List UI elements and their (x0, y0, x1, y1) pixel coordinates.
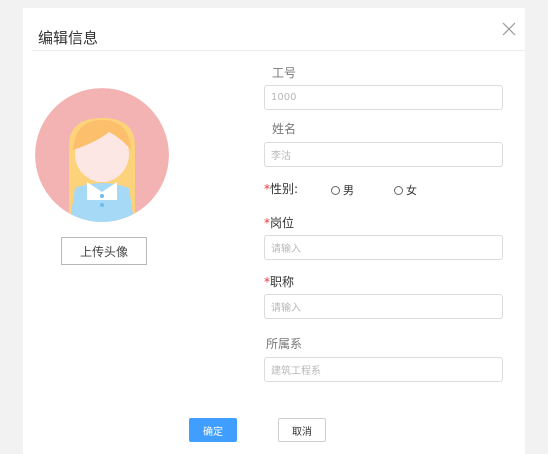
radio-circle[interactable] (331, 185, 340, 195)
employee-id-label: 工号 (272, 66, 297, 80)
position-label: *岗位 (264, 214, 294, 231)
cancel-button[interactable]: 取消 (278, 418, 326, 442)
title-label: *职称 (264, 273, 294, 290)
name-input[interactable]: 李沽 (264, 142, 503, 167)
position-input[interactable]: 请输入 (264, 235, 503, 260)
employee-id-input[interactable]: 1000 (264, 85, 503, 110)
dialog-title: 编辑信息 (38, 29, 99, 47)
gender-option-female: 女 (406, 184, 417, 197)
gender-label-text: 性别: (270, 182, 299, 196)
radio-circle[interactable] (394, 185, 403, 195)
title-label-text: 职称 (270, 275, 295, 289)
title-input[interactable]: 请输入 (264, 294, 503, 319)
edit-info-dialog: 编辑信息 上传头像 工号 1000 姓名 李沽 *性别: 男 女 *岗位 请输入… (23, 8, 525, 454)
gender-radio-male[interactable]: 男 (331, 182, 354, 198)
avatar-illustration (35, 88, 169, 222)
name-label: 姓名 (272, 122, 297, 136)
upload-avatar-button[interactable]: 上传头像 (61, 237, 147, 265)
gender-option-male: 男 (343, 184, 354, 197)
confirm-button[interactable]: 确定 (189, 418, 237, 442)
department-label: 所属系 (266, 337, 303, 351)
gender-radio-female[interactable]: 女 (394, 182, 417, 198)
department-input[interactable]: 建筑工程系 (264, 357, 503, 382)
title-divider (32, 50, 525, 51)
gender-label: *性别: (264, 180, 298, 197)
close-icon[interactable] (502, 22, 516, 36)
position-label-text: 岗位 (270, 216, 295, 230)
